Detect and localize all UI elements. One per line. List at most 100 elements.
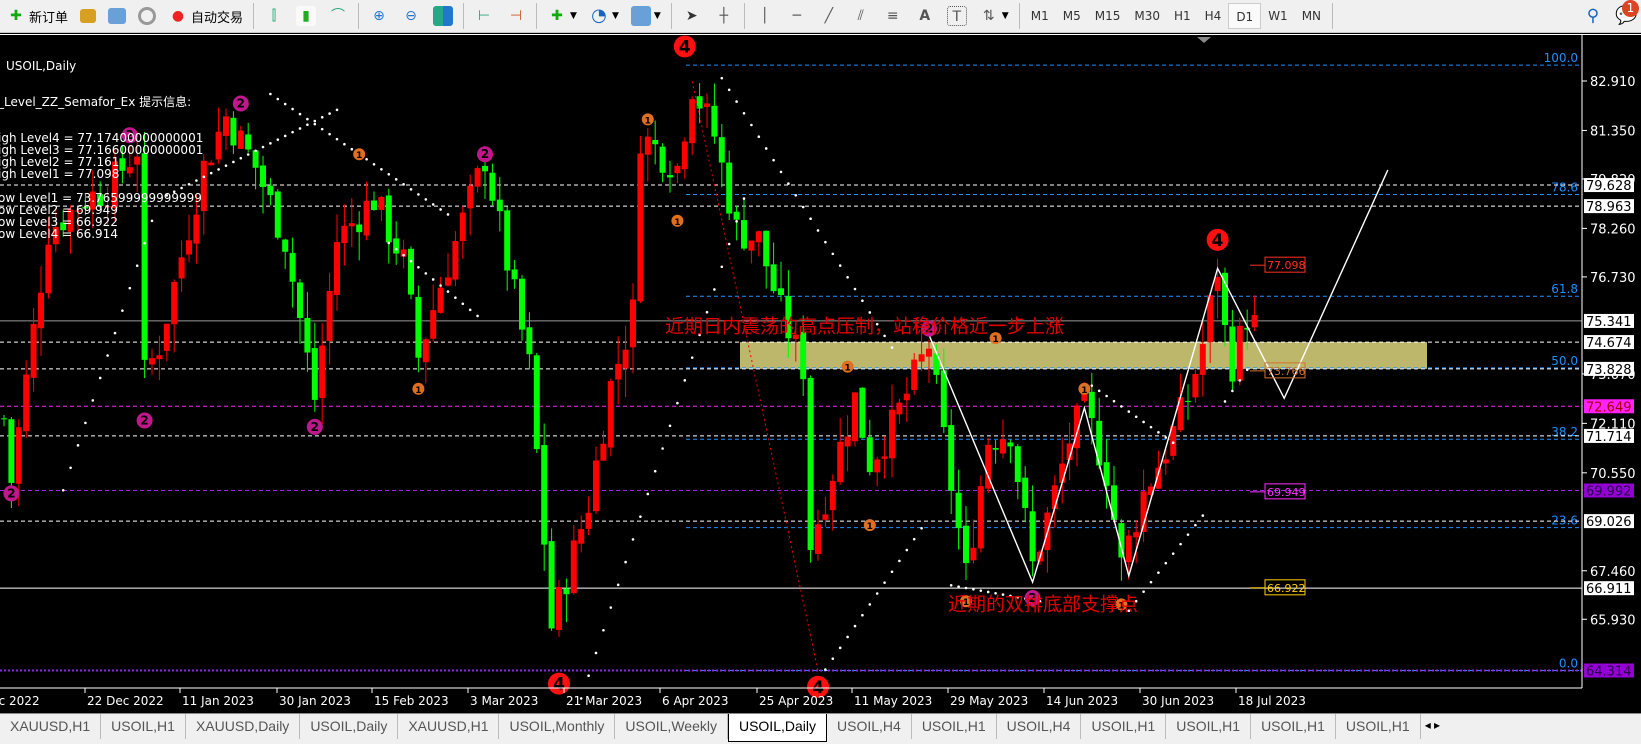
chart-tab[interactable]: USOIL,H4: [997, 714, 1082, 739]
notifications-button[interactable]: 💬1: [1609, 0, 1641, 30]
indicators-button[interactable]: ✚ ▼: [541, 2, 583, 30]
parabolic-sar-dot: [846, 635, 849, 639]
periods-button[interactable]: ◔ ▼: [583, 2, 625, 30]
parabolic-sar-dot: [624, 560, 627, 564]
chart-tab[interactable]: USOIL,H4: [827, 714, 912, 739]
tab-scroll-arrows[interactable]: ◂ ▸: [1421, 714, 1444, 744]
parabolic-sar-dot: [283, 134, 287, 138]
candle-body: [726, 162, 733, 214]
candle-body: [822, 514, 829, 520]
zoom-out-button[interactable]: ⊖: [395, 2, 427, 30]
line-chart-button[interactable]: ⌒: [322, 2, 354, 30]
chart-tab[interactable]: USOIL,H1: [1336, 714, 1421, 739]
arrows-button[interactable]: ⇅ ▼: [973, 2, 1015, 30]
candlestick: [600, 430, 607, 461]
cursor-button[interactable]: ➤: [676, 2, 708, 30]
market-watch-button[interactable]: [74, 2, 102, 30]
timeframe-m1[interactable]: M1: [1024, 3, 1056, 29]
templates-button[interactable]: ▼: [625, 2, 667, 30]
tile-windows-button[interactable]: [427, 2, 459, 30]
parabolic-sar-dot: [402, 183, 405, 186]
fib-level-label: 38.2: [1551, 425, 1578, 439]
candle-body: [578, 529, 585, 544]
candlestick: [1022, 466, 1029, 523]
chart-tab[interactable]: USOIL,H1: [101, 714, 186, 739]
candle-body: [800, 331, 807, 380]
search-button[interactable]: ⚲: [1577, 2, 1609, 30]
price-tick-label: 78.260: [1590, 222, 1636, 237]
chart-tab[interactable]: USOIL,Daily: [300, 714, 399, 739]
parabolic-sar-dot: [98, 376, 102, 380]
horizontal-line-button[interactable]: ─: [781, 2, 813, 30]
chart-tab[interactable]: USOIL,Weekly: [615, 714, 728, 739]
candlestick: [356, 211, 363, 261]
candle-body: [267, 185, 274, 196]
parabolic-sar-dot: [209, 171, 213, 175]
price-tick-label: 81.350: [1590, 124, 1636, 139]
parabolic-sar-dot: [846, 276, 849, 279]
candle-body: [422, 339, 429, 363]
chart-shift-button[interactable]: ⊢: [468, 2, 500, 30]
candlestick: [341, 204, 348, 266]
text-label-button[interactable]: T: [941, 2, 973, 30]
candle-body: [593, 460, 599, 512]
timeframe-m30[interactable]: M30: [1127, 3, 1167, 29]
chart-tab[interactable]: XAUUSD,H1: [0, 714, 102, 739]
parabolic-sar-dot: [224, 164, 228, 167]
equidistant-channel-button[interactable]: ⫽: [845, 2, 877, 30]
chart-tab[interactable]: USOIL,Daily: [727, 714, 827, 742]
chart-tab[interactable]: USOIL,H1: [1251, 714, 1336, 739]
candle-body: [526, 327, 533, 355]
bar-chart-button[interactable]: ⫿: [258, 2, 290, 30]
signals-button[interactable]: [132, 2, 162, 30]
parabolic-sar-dot: [1238, 379, 1242, 382]
parabolic-sar-dot: [335, 137, 339, 141]
zoom-in-button[interactable]: ⊕: [363, 2, 395, 30]
dropdown-arrow-icon: ▼: [611, 11, 619, 21]
parabolic-sar-dot: [1149, 580, 1153, 584]
candlestick: [467, 174, 474, 236]
trendline-button[interactable]: ╱: [813, 2, 845, 30]
timeframe-h4[interactable]: H4: [1198, 3, 1229, 29]
candlestick: [311, 322, 318, 412]
chart-tab[interactable]: XAUUSD,H1: [398, 714, 500, 739]
parabolic-sar-dot: [964, 586, 968, 590]
resistance-annotation: 近期日内震荡的高点压制，站稳价格近一步上涨: [665, 316, 1064, 338]
time-tick-label: 15 Feb 2023: [374, 694, 449, 708]
timeframe-d1[interactable]: D1: [1228, 3, 1262, 29]
chart-tab[interactable]: USOIL,H1: [1081, 714, 1167, 739]
parabolic-sar-dot: [757, 135, 761, 139]
navigator-button[interactable]: [102, 2, 132, 30]
timeframe-mn[interactable]: MN: [1295, 3, 1328, 29]
parabolic-sar-dot: [306, 117, 309, 121]
parabolic-sar-dot: [298, 127, 302, 130]
candle-chart-button[interactable]: ▮: [290, 2, 322, 30]
timeframe-m5[interactable]: M5: [1056, 3, 1088, 29]
price-chart[interactable]: 100.078.661.850.038.223.60.077.09873.766…: [0, 34, 1641, 713]
chart-tab[interactable]: USOIL,H1: [1166, 714, 1252, 739]
candle-body: [452, 240, 459, 280]
chart-tab[interactable]: XAUUSD,Daily: [186, 714, 301, 739]
candle-body: [1251, 315, 1258, 328]
chart-tab[interactable]: USOIL,Monthly: [499, 714, 616, 739]
timeframe-m15[interactable]: M15: [1088, 3, 1128, 29]
clock-icon: ◔: [591, 5, 607, 26]
parabolic-sar-dot: [387, 173, 391, 176]
separator: [358, 3, 360, 29]
candle-body: [215, 131, 222, 160]
timeframe-w1[interactable]: W1: [1261, 3, 1295, 29]
time-tick-label: 25 Apr 2023: [759, 694, 833, 708]
auto-trading-button[interactable]: ● 自动交易: [162, 2, 249, 30]
timeframe-h1[interactable]: H1: [1167, 3, 1198, 29]
text-button[interactable]: A: [909, 2, 941, 30]
autoscroll-button[interactable]: ⊣: [500, 2, 532, 30]
fibonacci-button[interactable]: ≡: [877, 2, 909, 30]
parabolic-sar-dot: [372, 162, 376, 166]
time-tick-label: 22 Dec 2022: [87, 694, 164, 708]
new-order-button[interactable]: ✚ 新订单: [0, 2, 74, 30]
trendline-icon: ╱: [824, 8, 834, 24]
chart-tab[interactable]: USOIL,H1: [912, 714, 997, 739]
vertical-line-button[interactable]: │: [749, 2, 781, 30]
crosshair-button[interactable]: ┼: [708, 2, 740, 30]
semafor-label: 4: [679, 37, 691, 57]
